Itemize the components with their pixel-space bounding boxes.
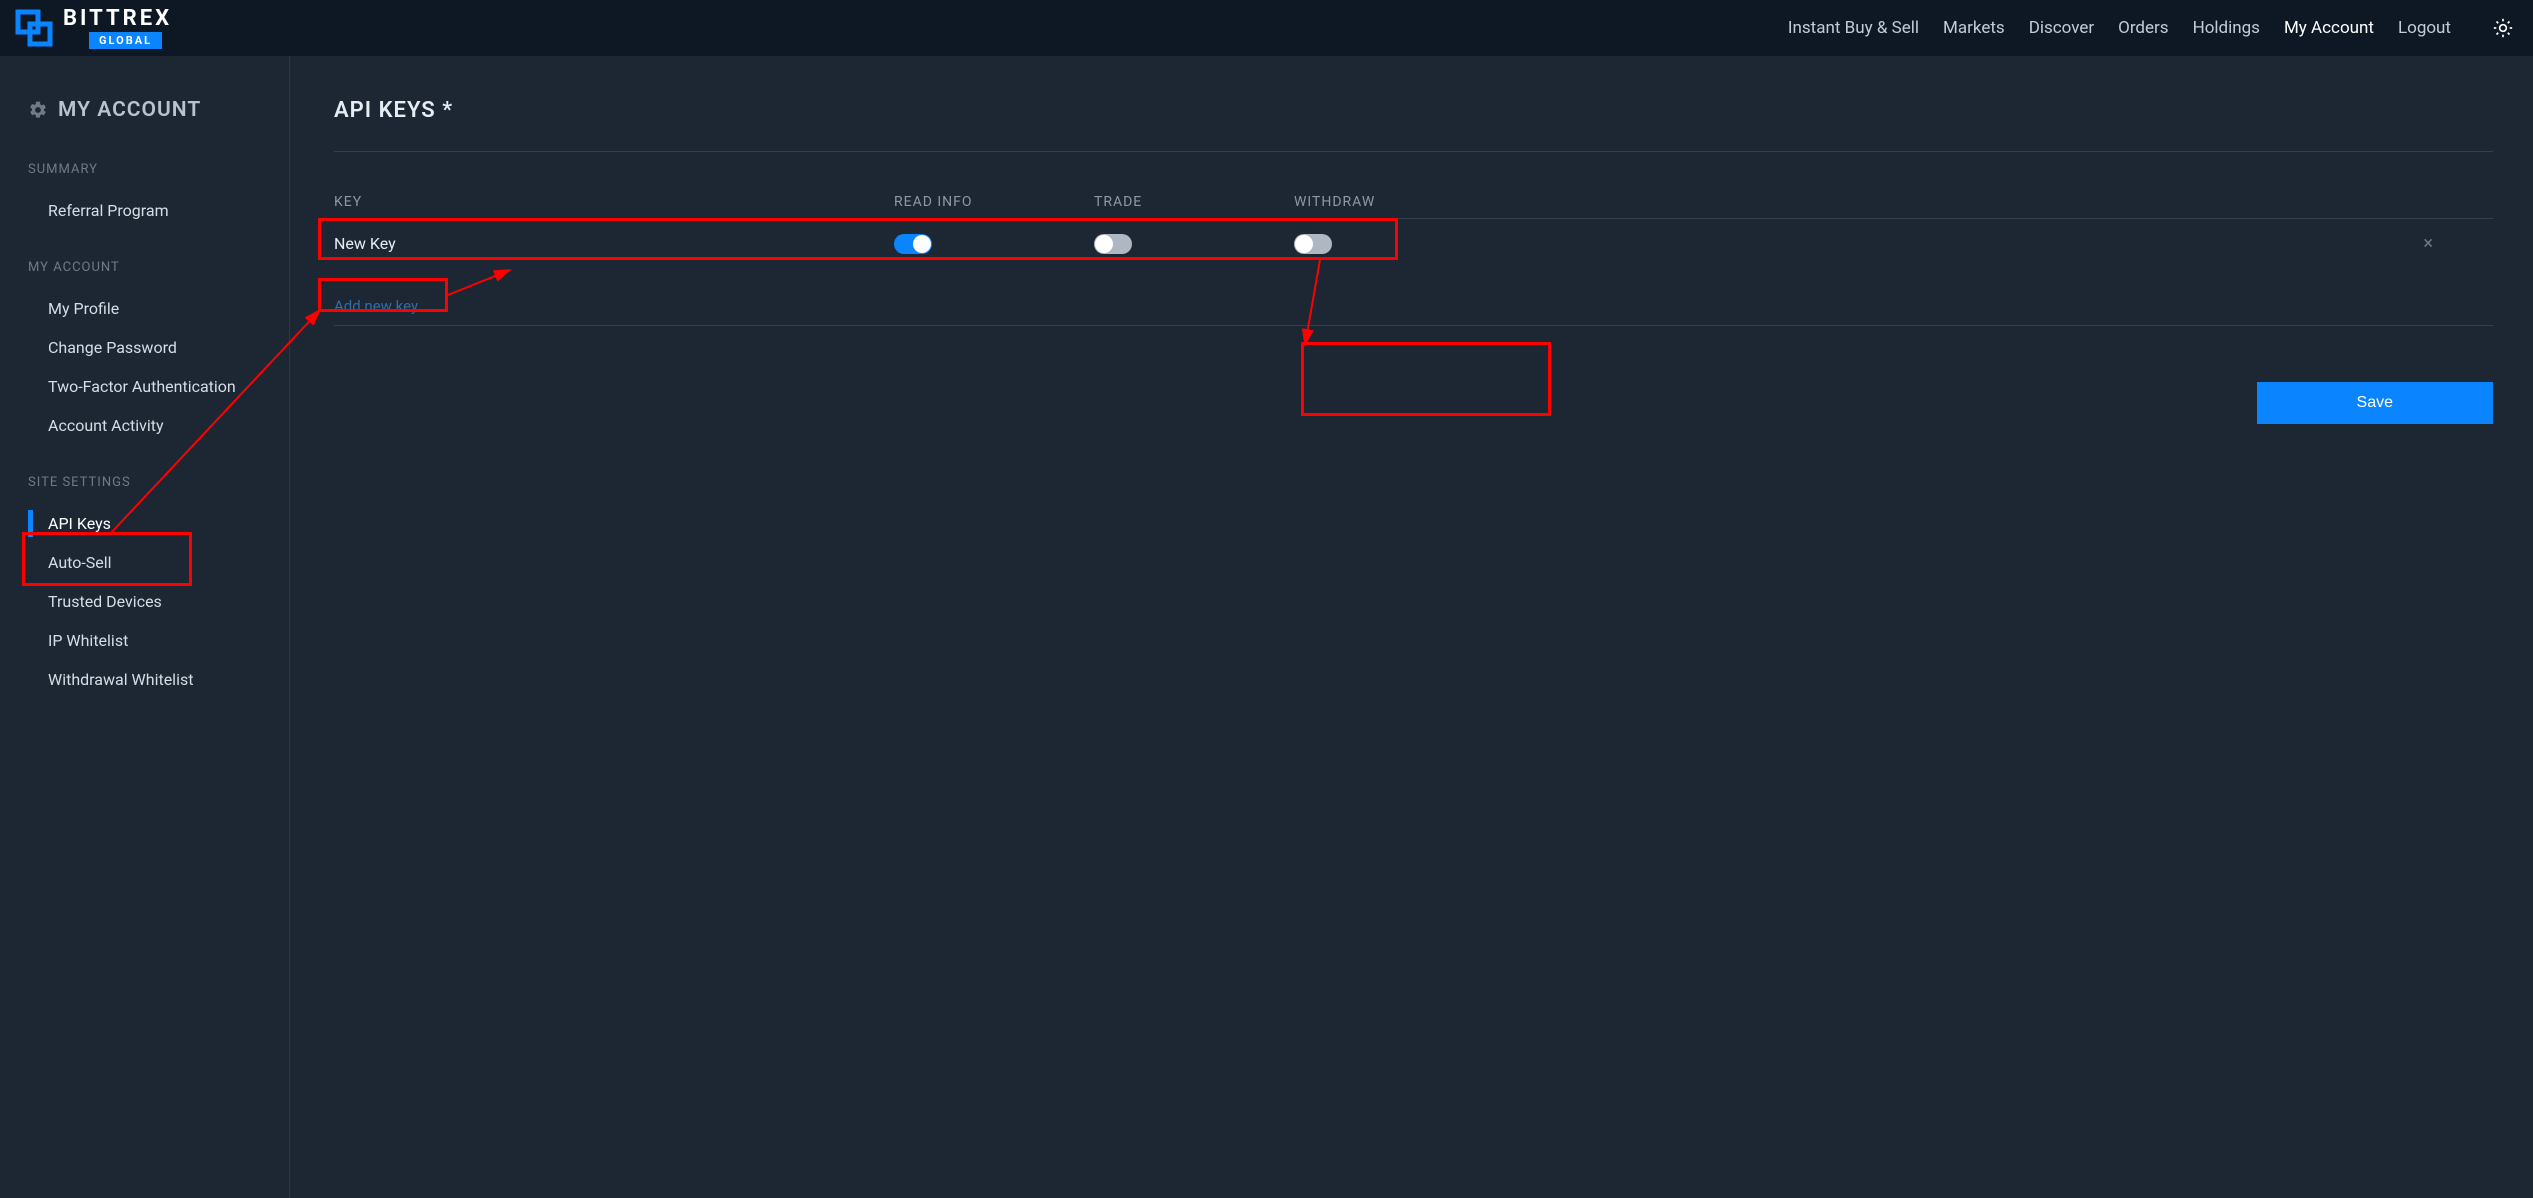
delete-key-button[interactable]: × — [1494, 233, 2493, 254]
sidebar-item-change-password[interactable]: Change Password — [28, 328, 289, 367]
sidebar-item-two-factor[interactable]: Two-Factor Authentication — [28, 367, 289, 406]
logo[interactable]: BITTREX GLOBAL — [15, 8, 172, 49]
col-read-info: READ INFO — [894, 194, 1094, 210]
sidebar-title-text: MY ACCOUNT — [58, 98, 201, 122]
content-wrap: MY ACCOUNT SUMMARY Referral Program MY A… — [0, 56, 2533, 1198]
page-title: API KEYS * — [334, 98, 2493, 152]
logo-icon — [15, 9, 53, 47]
toggle-read-info[interactable] — [894, 234, 932, 254]
add-key-section: Add new key... — [334, 296, 2493, 326]
toggle-trade[interactable] — [1094, 234, 1132, 254]
sidebar-section-site-settings: SITE SETTINGS — [28, 475, 289, 490]
gear-icon — [28, 100, 48, 120]
nav-logout[interactable]: Logout — [2398, 14, 2451, 42]
sidebar-title: MY ACCOUNT — [28, 98, 289, 122]
theme-toggle-button[interactable] — [2493, 18, 2513, 38]
col-withdraw: WITHDRAW — [1294, 194, 1494, 210]
sidebar-section-my-account: MY ACCOUNT — [28, 260, 289, 275]
nav-markets[interactable]: Markets — [1943, 14, 2005, 42]
api-keys-table-header: KEY READ INFO TRADE WITHDRAW — [334, 194, 2493, 219]
api-key-row: New Key × — [334, 219, 2493, 268]
sidebar-section-summary: SUMMARY — [28, 162, 289, 177]
close-icon: × — [2423, 233, 2433, 254]
sun-icon — [2493, 18, 2513, 38]
api-key-name: New Key — [334, 234, 894, 253]
sidebar-item-my-profile[interactable]: My Profile — [28, 289, 289, 328]
add-new-key-link[interactable]: Add new key... — [334, 297, 429, 315]
col-key: KEY — [334, 194, 894, 210]
header: BITTREX GLOBAL Instant Buy & Sell Market… — [0, 0, 2533, 56]
nav-orders[interactable]: Orders — [2118, 14, 2168, 42]
logo-badge: GLOBAL — [89, 32, 162, 49]
nav-holdings[interactable]: Holdings — [2193, 14, 2260, 42]
top-nav: Instant Buy & Sell Markets Discover Orde… — [1788, 14, 2513, 42]
toggle-withdraw[interactable] — [1294, 234, 1332, 254]
sidebar-item-auto-sell[interactable]: Auto-Sell — [28, 543, 289, 582]
sidebar-item-account-activity[interactable]: Account Activity — [28, 406, 289, 445]
nav-discover[interactable]: Discover — [2029, 14, 2094, 42]
save-button[interactable]: Save — [2257, 382, 2493, 424]
sidebar-item-trusted-devices[interactable]: Trusted Devices — [28, 582, 289, 621]
main: API KEYS * KEY READ INFO TRADE WITHDRAW … — [290, 56, 2533, 1198]
sidebar-item-ip-whitelist[interactable]: IP Whitelist — [28, 621, 289, 660]
save-row: Save — [334, 382, 2493, 424]
sidebar-item-referral-program[interactable]: Referral Program — [28, 191, 289, 230]
nav-instant-buy-sell[interactable]: Instant Buy & Sell — [1788, 14, 1919, 42]
sidebar: MY ACCOUNT SUMMARY Referral Program MY A… — [0, 56, 290, 1198]
sidebar-item-api-keys[interactable]: API Keys — [28, 504, 289, 543]
sidebar-item-withdrawal-whitelist[interactable]: Withdrawal Whitelist — [28, 660, 289, 699]
logo-brand: BITTREX — [63, 8, 172, 30]
nav-my-account[interactable]: My Account — [2284, 14, 2374, 42]
col-trade: TRADE — [1094, 194, 1294, 210]
logo-text: BITTREX GLOBAL — [63, 8, 172, 49]
